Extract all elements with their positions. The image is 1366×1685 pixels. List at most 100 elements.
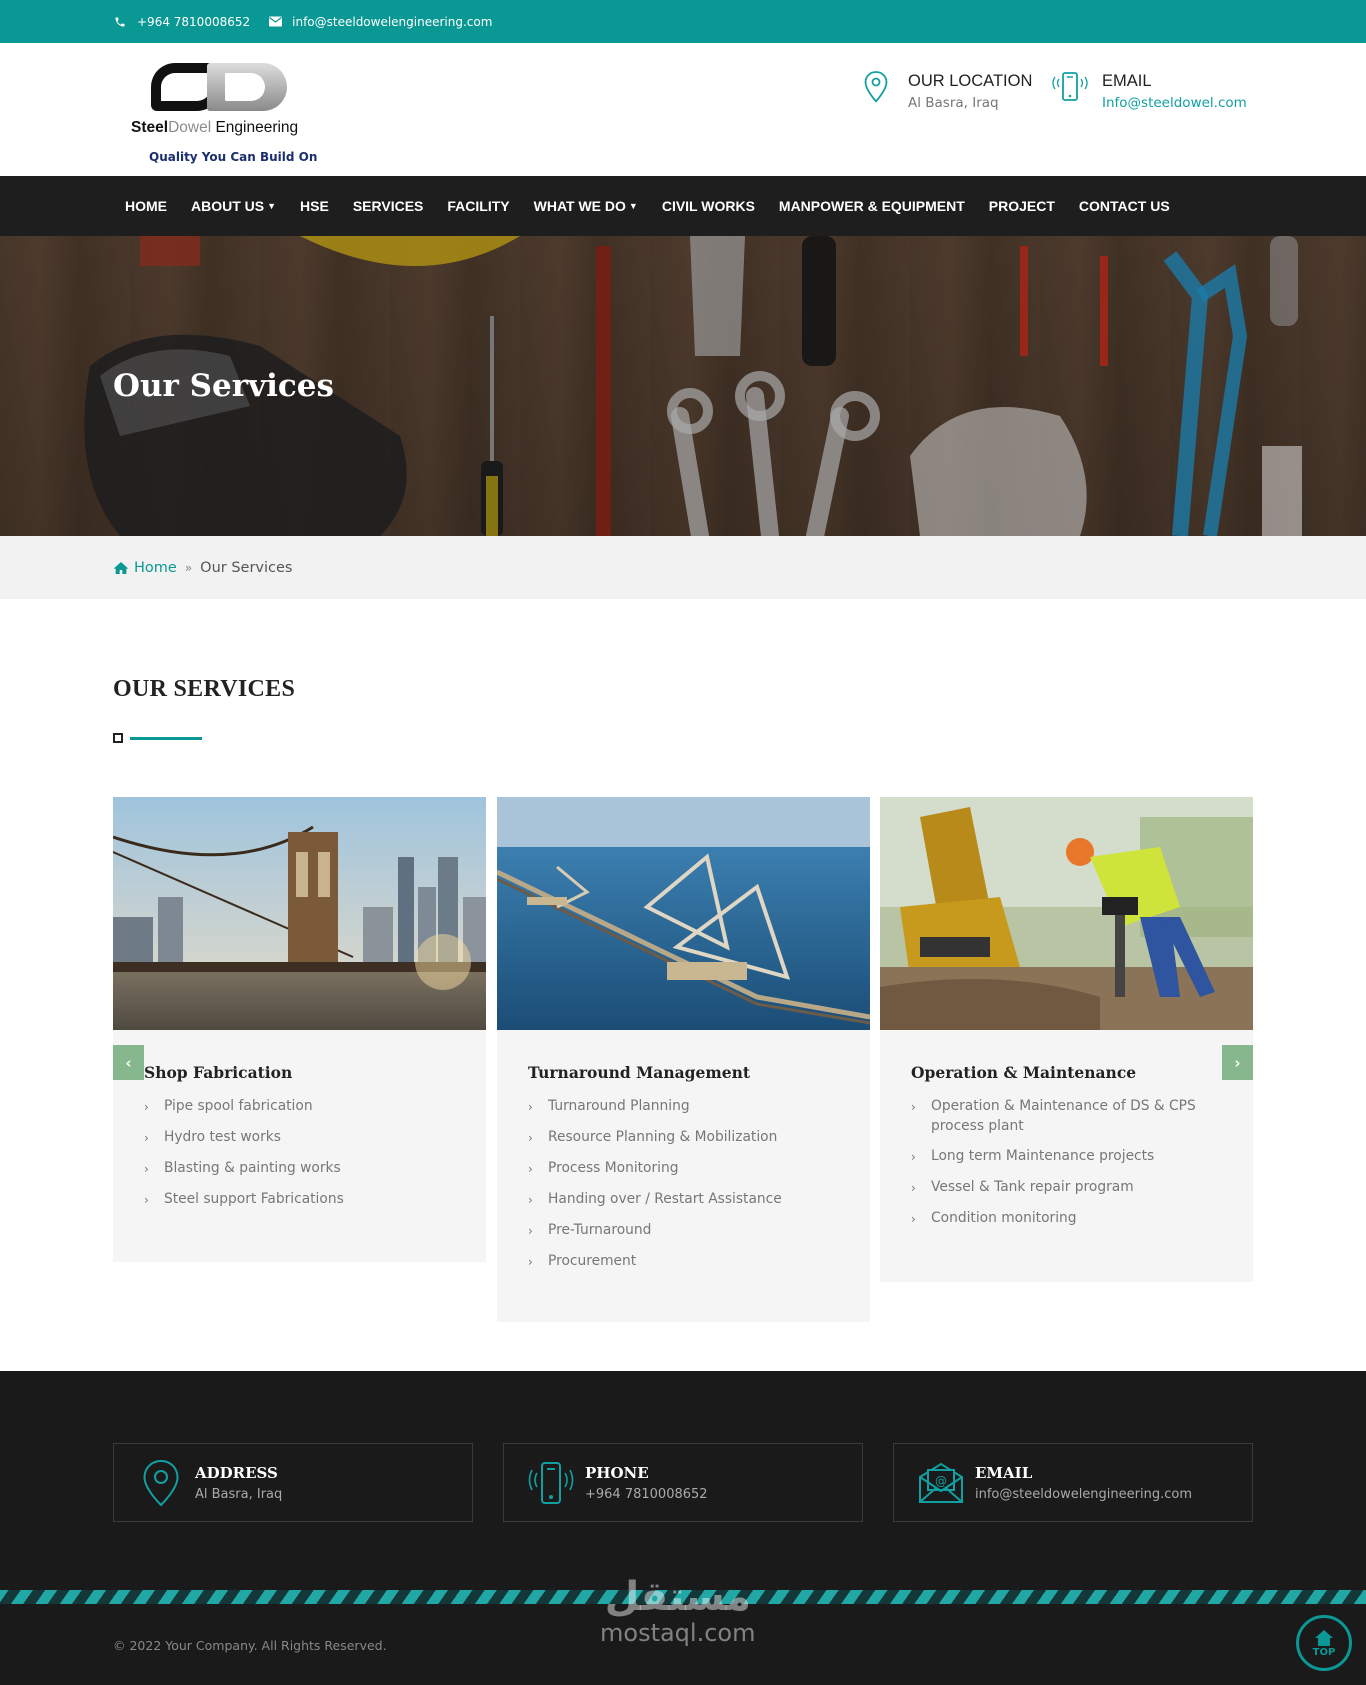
title-underline <box>130 736 202 740</box>
footer-email-value[interactable]: info@steeldowelengineering.com <box>975 1487 1192 1502</box>
list-item: › Pipe spool fabrication <box>144 1096 456 1117</box>
list-item-label: Pre-Turnaround <box>548 1222 652 1238</box>
topbar-email[interactable]: info@steeldowelengineering.com <box>268 15 492 29</box>
chevron-right-icon: › <box>144 1162 149 1176</box>
list-item: › Turnaround Planning <box>528 1096 840 1117</box>
back-to-top-label: TOP <box>1312 1646 1336 1658</box>
copyright: © 2022 Your Company. All Rights Reserved… <box>113 1638 387 1653</box>
back-to-top-button[interactable]: TOP <box>1296 1615 1352 1671</box>
nav-what-we-do[interactable]: WHAT WE DO ▼ <box>534 198 638 214</box>
chevron-right-icon: › <box>144 1100 149 1114</box>
banner-title: Our Services <box>113 368 334 404</box>
phone-icon <box>113 15 127 29</box>
list-item: › Pre-Turnaround <box>528 1220 840 1241</box>
chevron-right-icon: › <box>911 1150 916 1164</box>
location-title: OUR LOCATION <box>908 72 1033 90</box>
list-item-label: Long term Maintenance projects <box>931 1148 1155 1164</box>
list-item-label: Pipe spool fabrication <box>164 1098 313 1114</box>
card-title: Operation & Maintenance <box>911 1063 1137 1082</box>
envelope-at-icon: @ <box>912 1461 970 1505</box>
nav-contact-us[interactable]: CONTACT US <box>1079 198 1170 214</box>
home-up-icon <box>1315 1629 1333 1646</box>
footer-phone-box: PHONE +964 7810008652 <box>503 1443 863 1522</box>
topbar-phone-text: +964 7810008652 <box>137 14 251 29</box>
topbar-phone[interactable]: +964 7810008652 <box>113 15 250 29</box>
footer-phone-value[interactable]: +964 7810008652 <box>585 1487 708 1502</box>
chevron-right-icon: › <box>911 1181 916 1195</box>
list-item-label: Procurement <box>548 1253 637 1269</box>
service-card-shop-fabrication[interactable]: Shop Fabrication › Pipe spool fabrication… <box>113 797 486 1262</box>
logo-name-dowel: Dowel <box>168 119 212 136</box>
nav-label: CIVIL WORKS <box>661 198 755 214</box>
service-card-operation-maintenance[interactable]: Operation & Maintenance › Operation & Mai… <box>880 797 1253 1282</box>
nav-hse[interactable]: HSE <box>300 198 329 214</box>
chevron-right-icon: › <box>144 1193 149 1207</box>
carousel-prev-button[interactable]: ‹ <box>113 1045 144 1080</box>
list-item: › Resource Planning & Mobilization <box>528 1127 840 1148</box>
chevron-right-icon: › <box>911 1100 916 1114</box>
footer: ADDRESS Al Basra, Iraq PHONE +964 781000… <box>0 1371 1366 1685</box>
card-list: › Pipe spool fabrication › Hydro test work… <box>144 1096 486 1210</box>
nav-label: ABOUT US <box>191 198 265 214</box>
card-image-sea-bridge <box>497 797 870 1030</box>
carousel-next-button[interactable]: › <box>1222 1045 1253 1080</box>
list-item: › Steel support Fabrications <box>144 1189 456 1210</box>
location-value: Al Basra, Iraq <box>908 95 999 111</box>
service-card-turnaround-management[interactable]: Turnaround Management › Turnaround Planni… <box>497 797 870 1322</box>
logo[interactable]: SteelDowel Engineering Quality You Can B… <box>131 59 321 164</box>
svg-text:@: @ <box>935 1474 947 1488</box>
footer-email-title: EMAIL <box>975 1463 1033 1482</box>
chevron-right-icon: › <box>911 1212 916 1226</box>
logo-name: SteelDowel Engineering <box>131 119 321 137</box>
watermark-arabic: مستقل <box>604 1574 751 1620</box>
chevron-down-icon: ▼ <box>267 201 277 211</box>
list-item: › Procurement <box>528 1251 840 1272</box>
list-item: › Operation & Maintenance of DS & CPS pro… <box>911 1096 1223 1136</box>
map-pin-icon <box>858 70 894 110</box>
list-item-label: Hydro test works <box>164 1129 281 1145</box>
footer-phone-title: PHONE <box>585 1463 649 1482</box>
nav-services[interactable]: SERVICES <box>353 198 424 214</box>
nav-label: HSE <box>300 198 329 214</box>
chevron-right-icon: › <box>144 1131 149 1145</box>
list-item: › Handing over / Restart Assistance <box>528 1189 840 1210</box>
home-icon <box>113 561 129 574</box>
breadcrumb-home-link[interactable]: Home <box>113 560 177 576</box>
mobile-phone-icon <box>1052 70 1088 110</box>
email-value-link[interactable]: Info@steeldowel.com <box>1102 95 1247 111</box>
footer-address-box: ADDRESS Al Basra, Iraq <box>113 1443 473 1522</box>
list-item-label: Vessel & Tank repair program <box>931 1179 1134 1195</box>
nav-manpower-equipment[interactable]: MANPOWER & EQUIPMENT <box>779 198 965 214</box>
nav-facility[interactable]: FACILITY <box>447 198 509 214</box>
chevron-right-icon: › <box>528 1255 533 1269</box>
chevron-right-icon: › <box>528 1131 533 1145</box>
nav-about-us[interactable]: ABOUT US ▼ <box>191 198 276 214</box>
list-item-label: Blasting & painting works <box>164 1160 341 1176</box>
map-pin-icon <box>132 1459 190 1507</box>
footer-address-value: Al Basra, Iraq <box>195 1486 283 1502</box>
list-item-label: Handing over / Restart Assistance <box>548 1191 782 1207</box>
top-bar: +964 7810008652 info@steeldowelengineeri… <box>0 0 1366 43</box>
mobile-phone-icon <box>522 1460 580 1506</box>
title-decoration <box>113 733 202 743</box>
list-item-label: Turnaround Planning <box>548 1098 690 1114</box>
breadcrumb-current: Our Services <box>200 559 293 576</box>
chevron-right-icon: › <box>528 1162 533 1176</box>
watermark: مستقل mostaql.com <box>600 1575 755 1647</box>
chevron-right-icon: › <box>1234 1053 1241 1072</box>
header-location: OUR LOCATION Al Basra, Iraq <box>858 70 1032 111</box>
main-nav: HOME ABOUT US ▼ HSE SERVICES FACILITY WHA… <box>0 176 1366 236</box>
nav-home[interactable]: HOME <box>125 198 167 214</box>
nav-project[interactable]: PROJECT <box>989 198 1055 214</box>
nav-civil-works[interactable]: CIVIL WORKS <box>662 198 755 214</box>
header: SteelDowel Engineering Quality You Can B… <box>0 43 1366 176</box>
nav-label: MANPOWER & EQUIPMENT <box>778 198 965 214</box>
breadcrumb-home-label: Home <box>134 559 177 576</box>
list-item: › Condition monitoring <box>911 1208 1223 1229</box>
list-item: › Long term Maintenance projects <box>911 1146 1223 1167</box>
topbar-email-text: info@steeldowelengineering.com <box>292 14 493 29</box>
list-item: › Vessel & Tank repair program <box>911 1177 1223 1198</box>
email-title: EMAIL <box>1102 72 1152 90</box>
card-title: Shop Fabrication <box>144 1063 293 1082</box>
list-item: › Hydro test works <box>144 1127 456 1148</box>
